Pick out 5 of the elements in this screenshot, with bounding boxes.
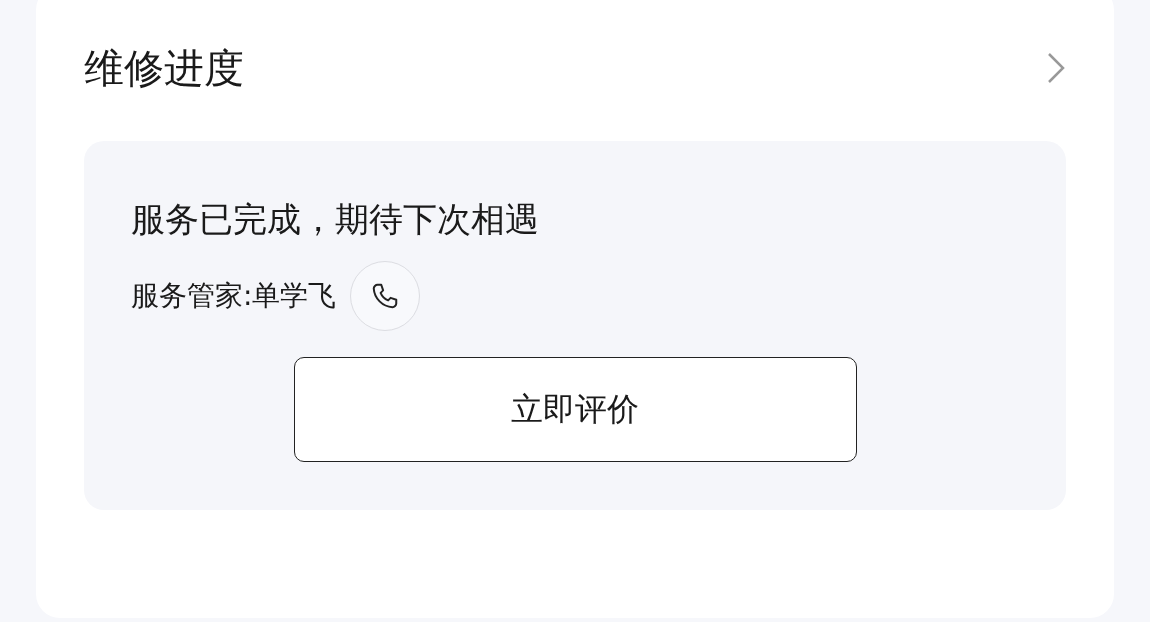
manager-label: 服务管家:单学飞 (131, 278, 337, 314)
status-message: 服务已完成，期待下次相遇 (131, 198, 540, 241)
section-title: 维修进度 (84, 44, 244, 93)
chevron-right-icon[interactable] (1046, 51, 1066, 85)
rate-button[interactable]: 立即评价 (293, 357, 857, 462)
